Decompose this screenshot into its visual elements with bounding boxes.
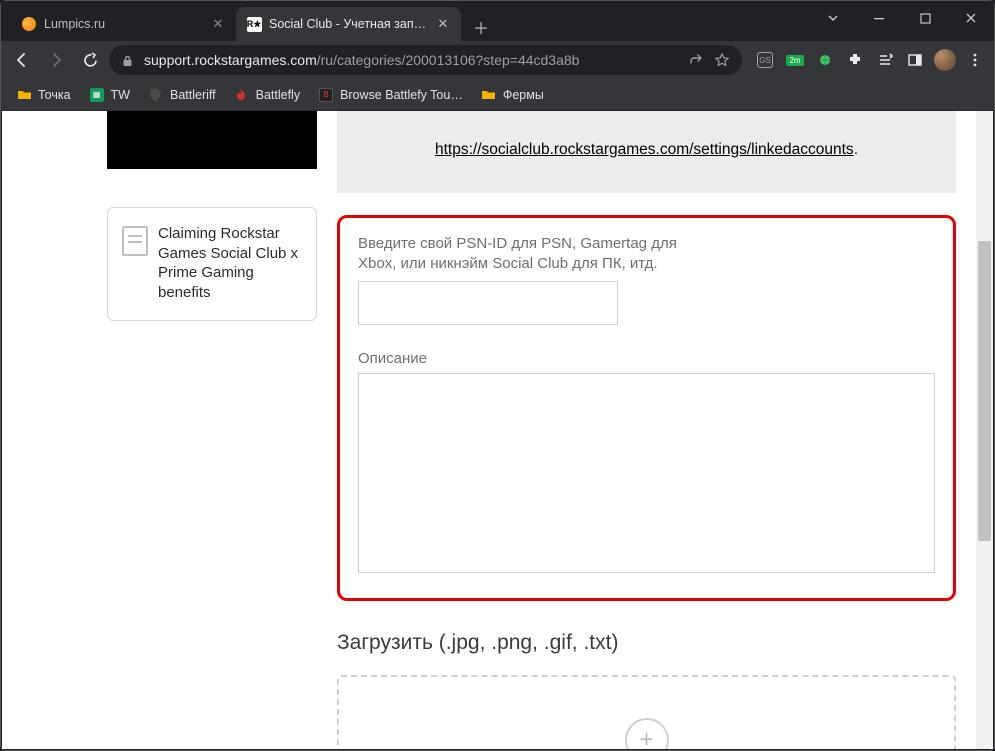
extensions-button[interactable] [842,47,868,73]
tab-socialclub[interactable]: R★ Social Club - Учетная запись Soc ✕ [236,7,461,41]
minimize-button[interactable] [856,1,902,35]
tab-strip: Lumpics.ru ✕ R★ Social Club - Учетная за… [1,5,495,41]
bookmark-item[interactable]: Battleriff [141,83,223,107]
tab-title: Social Club - Учетная запись Soc [269,17,428,31]
toolbar: support.rockstargames.com/ru/categories/… [1,41,994,79]
side-panel-icon[interactable] [902,47,928,73]
profile-avatar[interactable] [932,47,958,73]
titlebar: Lumpics.ru ✕ R★ Social Club - Учетная за… [1,1,994,41]
folder-icon [16,87,32,103]
tab-search-button[interactable] [810,1,856,35]
close-icon[interactable]: ✕ [435,16,451,32]
bookmark-label: Точка [38,88,71,102]
vertical-scrollbar[interactable] [976,111,993,749]
scrollbar-thumb[interactable] [978,241,991,541]
tab-lumpics[interactable]: Lumpics.ru ✕ [11,7,236,41]
extensions-area: GS 2m [746,47,988,73]
plus-icon: + [625,718,669,749]
flame-icon [234,87,250,103]
page-content: Claiming Rockstar Games Social Club x Pr… [2,111,976,749]
bookmarks-bar: Точка ▦ TW Battleriff Battlefly B Browse… [1,79,994,111]
related-article-title: Claiming Rockstar Games Social Club x Pr… [158,224,302,302]
document-icon [122,226,148,256]
bookmark-item[interactable]: B Browse Battlefy Tou… [311,83,470,107]
linked-accounts-link[interactable]: https://socialclub.rockstargames.com/set… [435,141,854,158]
psn-id-input[interactable] [358,281,618,325]
sidebar-black-panel [107,111,317,169]
psn-id-label: Введите свой PSN-ID для PSN, Gamertag дл… [358,234,688,275]
back-button[interactable] [7,45,37,75]
address-bar[interactable]: support.rockstargames.com/ru/categories/… [109,45,742,75]
tab-title: Lumpics.ru [44,17,203,31]
reload-button[interactable] [75,45,105,75]
maximize-button[interactable] [902,1,948,35]
bookmark-label: Фермы [503,88,544,102]
new-tab-button[interactable]: ＋ [467,13,495,41]
star-icon[interactable] [714,52,730,68]
upload-dropzone[interactable]: + [337,675,956,749]
folder-icon [481,87,497,103]
ext-icon-1[interactable]: GS [752,47,778,73]
link-trail: . [854,141,858,158]
info-banner: https://socialclub.rockstargames.com/set… [337,111,956,193]
bookmark-item[interactable]: Battlefly [227,83,307,107]
favicon-rockstar: R★ [246,16,262,32]
sheets-icon: ▦ [89,87,105,103]
url-text: support.rockstargames.com/ru/categories/… [144,52,678,68]
form-highlighted-section: Введите свой PSN-ID для PSN, Gamertag дл… [337,215,956,601]
battlefy-icon: B [318,87,334,103]
sidebar-column: Claiming Rockstar Games Social Club x Pr… [107,111,317,321]
share-icon[interactable] [688,52,704,68]
favicon-lumpics [21,16,37,32]
close-icon[interactable]: ✕ [210,16,226,32]
lock-icon [121,54,134,67]
ext-icon-2[interactable]: 2m [782,47,808,73]
bookmark-label: Browse Battlefy Tou… [340,88,463,102]
window-controls [810,1,994,35]
menu-button[interactable] [962,47,988,73]
description-label: Описание [358,349,935,369]
bookmark-item[interactable]: Фермы [474,83,551,107]
bookmark-label: TW [111,88,130,102]
close-window-button[interactable] [948,1,994,35]
main-column: https://socialclub.rockstargames.com/set… [337,111,956,749]
viewport: Claiming Rockstar Games Social Club x Pr… [2,111,993,749]
shield-icon [148,87,164,103]
description-textarea[interactable] [358,373,935,573]
bookmark-item[interactable]: Точка [9,83,78,107]
ext-icon-3[interactable] [812,47,838,73]
bookmark-item[interactable]: ▦ TW [82,83,137,107]
bookmark-label: Battleriff [170,88,216,102]
reading-list-icon[interactable] [872,47,898,73]
upload-label: Загрузить (.jpg, .png, .gif, .txt) [337,631,956,655]
related-article-card[interactable]: Claiming Rockstar Games Social Club x Pr… [107,207,317,321]
forward-button[interactable] [41,45,71,75]
bookmark-label: Battlefly [256,88,300,102]
